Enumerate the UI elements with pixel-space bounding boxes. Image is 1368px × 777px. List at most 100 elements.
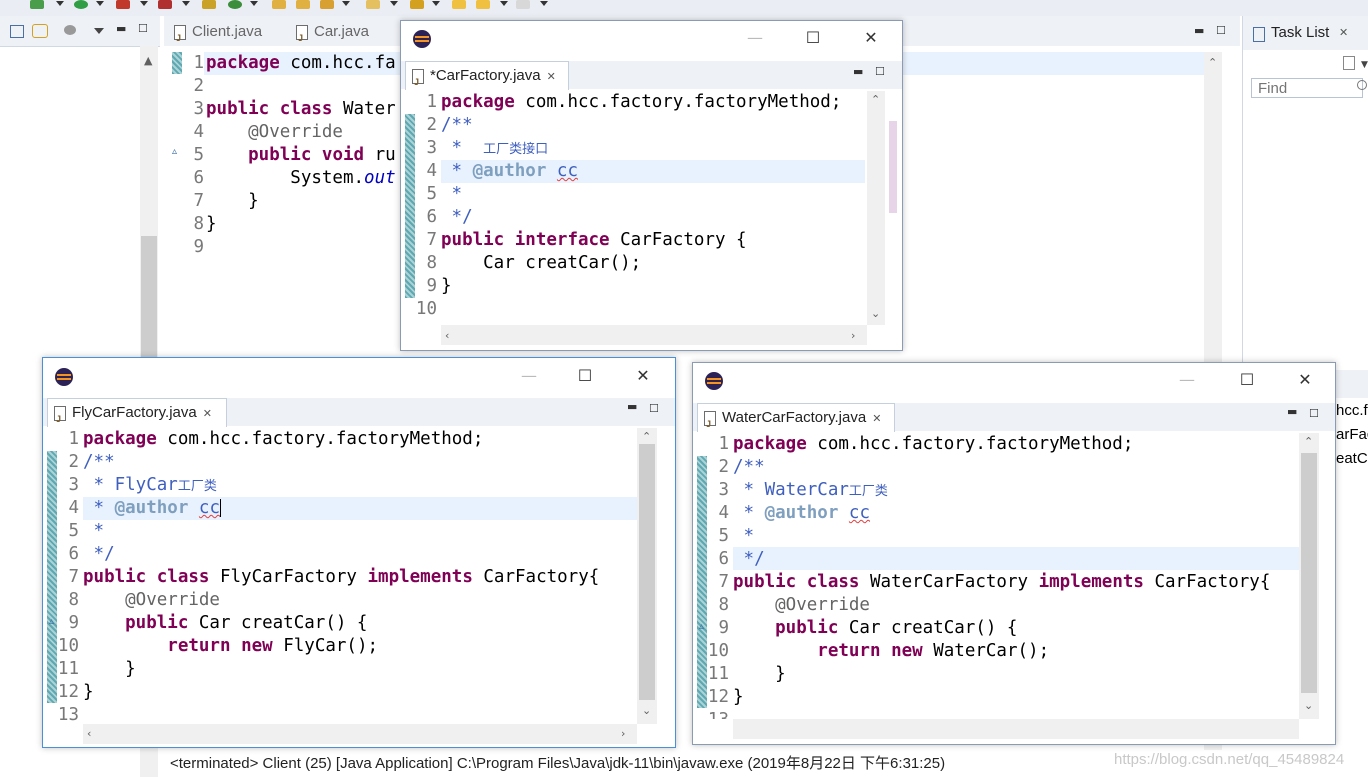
editor-horizontal-scrollbar[interactable] <box>441 325 867 345</box>
close-button[interactable]: ✕ <box>851 25 891 51</box>
code-line: } <box>206 214 217 234</box>
maximize-view-icon[interactable]: ☐ <box>1309 407 1319 420</box>
minimize-view-icon[interactable]: ▬ <box>1194 24 1204 37</box>
scroll-down-arrow[interactable]: ⌄ <box>1304 699 1313 712</box>
code-line: System.out <box>206 168 396 188</box>
minimize-button[interactable]: — <box>1167 367 1207 393</box>
code-line: } <box>441 276 452 296</box>
java-file-icon <box>296 24 308 52</box>
close-tab-icon[interactable]: ✕ <box>203 408 212 420</box>
maximize-button[interactable]: ☐ <box>565 363 605 389</box>
main-toolbar <box>0 0 1368 16</box>
code-line: } <box>83 659 136 679</box>
scrollbar-thumb[interactable] <box>639 444 655 700</box>
code-area[interactable]: 1 2 3 4 5 6 7 8 9 10 11 12 13 package co… <box>43 428 637 724</box>
scroll-up-arrow[interactable]: ▲ <box>144 54 152 67</box>
code-line: } <box>206 191 259 211</box>
search-icon[interactable] <box>320 0 334 9</box>
scrollbar-thumb[interactable] <box>141 236 157 366</box>
eclipse-icon <box>413 30 431 48</box>
minimize-button[interactable]: — <box>509 363 549 389</box>
code-line: public Car creatCar() { <box>733 618 1018 638</box>
new-class-icon[interactable] <box>202 0 216 9</box>
code-line: } <box>733 687 744 707</box>
tab-client-java[interactable]: Client.java <box>168 18 300 52</box>
close-tab-icon[interactable]: ✕ <box>547 71 556 83</box>
maximize-view-icon[interactable]: ☐ <box>138 22 148 35</box>
code-line: @Override <box>83 590 220 610</box>
editor-horizontal-scrollbar[interactable] <box>733 719 1299 739</box>
minimize-view-icon[interactable]: ▬ <box>1287 405 1297 418</box>
editor-horizontal-scrollbar[interactable] <box>83 724 637 744</box>
collapse-all-icon[interactable] <box>10 25 24 38</box>
close-button[interactable]: ✕ <box>623 363 663 389</box>
scroll-up-arrow[interactable]: ⌃ <box>642 430 651 443</box>
debug-icon[interactable] <box>30 0 44 9</box>
scroll-left-arrow[interactable]: ‹ <box>87 727 91 740</box>
task-list-title[interactable]: Task List <box>1271 24 1329 41</box>
minimize-view-icon[interactable]: ▬ <box>116 22 126 35</box>
code-line: public class WaterCarFactory implements … <box>733 572 1271 592</box>
next-annotation-icon[interactable] <box>366 0 380 9</box>
window-titlebar[interactable]: — ☐ ✕ <box>693 363 1335 397</box>
maximize-view-icon[interactable]: ☐ <box>649 402 659 415</box>
window-titlebar[interactable]: — ☐ ✕ <box>401 21 902 55</box>
link-editor-icon[interactable] <box>32 24 48 38</box>
tab-flycarfactory-java[interactable]: FlyCarFactory.java✕ <box>47 398 227 433</box>
view-menu-icon[interactable] <box>94 28 104 34</box>
close-icon[interactable]: ✕ <box>1339 26 1348 39</box>
coverage-icon[interactable] <box>116 0 130 9</box>
code-line: * 工厂类接口 <box>441 138 549 158</box>
flycarfactory-window: — ☐ ✕ FlyCarFactory.java✕ ▬ ☐ ▵ ⌃ ⌄ ‹ › … <box>42 357 676 748</box>
eclipse-icon <box>705 372 723 390</box>
code-line: Car creatCar(); <box>441 253 642 273</box>
editor-vertical-scrollbar[interactable] <box>867 91 885 325</box>
scroll-up-arrow[interactable]: ⌃ <box>1304 435 1313 448</box>
maximize-view-icon[interactable]: ☐ <box>875 65 885 78</box>
minimize-button[interactable]: — <box>735 25 775 51</box>
code-line: @Override <box>733 595 870 615</box>
forward-icon[interactable] <box>476 0 490 9</box>
back-icon[interactable] <box>452 0 466 9</box>
new-task-icon[interactable] <box>1343 56 1355 70</box>
tab-watercarfactory-java[interactable]: WaterCarFactory.java✕ <box>697 403 895 438</box>
tab-car-java[interactable]: Car.java <box>290 18 402 52</box>
tab-carfactory-java[interactable]: *CarFactory.java✕ <box>405 61 569 96</box>
search-icon[interactable] <box>1357 80 1367 90</box>
code-line: public Car creatCar() { <box>83 613 368 633</box>
java-file-icon <box>704 410 716 438</box>
open-folder-icon[interactable] <box>272 0 286 9</box>
code-line: */ <box>733 549 765 569</box>
filter-icon[interactable] <box>64 25 76 35</box>
task-list-panel: Task List ✕ ▼ <box>1242 16 1368 366</box>
maximize-button[interactable]: ☐ <box>793 25 833 51</box>
close-tab-icon[interactable]: ✕ <box>872 413 881 425</box>
next-annotation-icon[interactable] <box>410 0 424 9</box>
run-icon[interactable] <box>74 0 88 9</box>
minimize-view-icon[interactable]: ▬ <box>627 400 637 413</box>
scroll-right-arrow[interactable]: › <box>851 329 855 342</box>
maximize-button[interactable]: ☐ <box>1227 367 1267 393</box>
scroll-up-arrow[interactable]: ⌃ <box>1208 56 1217 69</box>
forward-icon[interactable] <box>516 0 530 9</box>
scroll-down-arrow[interactable]: ⌄ <box>871 307 880 320</box>
scroll-up-arrow[interactable]: ⌃ <box>871 93 880 106</box>
minimize-view-icon[interactable]: ▬ <box>853 65 863 78</box>
maximize-view-icon[interactable]: ☐ <box>1216 24 1226 37</box>
code-area[interactable]: 1 2 3 4 5 6 7 8 9 10 package com.hcc.fac… <box>401 91 867 325</box>
code-line: * <box>733 526 755 546</box>
scroll-down-arrow[interactable]: ⌄ <box>642 704 651 717</box>
open-folder-icon[interactable] <box>296 0 310 9</box>
scrollbar-thumb[interactable] <box>1301 453 1317 693</box>
scroll-right-arrow[interactable]: › <box>621 727 625 740</box>
scroll-left-arrow[interactable]: ‹ <box>445 329 449 342</box>
java-file-icon <box>174 24 186 52</box>
external-tools-icon[interactable] <box>158 0 172 9</box>
code-line: } <box>83 682 94 702</box>
task-find-input[interactable] <box>1251 78 1363 98</box>
code-area[interactable]: 1 2 3 4 5 6 7 8 9 10 11 12 13 package co… <box>693 433 1299 719</box>
view-menu-icon[interactable]: ▼ <box>1361 60 1368 70</box>
new-class-icon[interactable] <box>228 0 242 9</box>
close-button[interactable]: ✕ <box>1285 367 1325 393</box>
window-titlebar[interactable]: — ☐ ✕ <box>43 358 675 392</box>
